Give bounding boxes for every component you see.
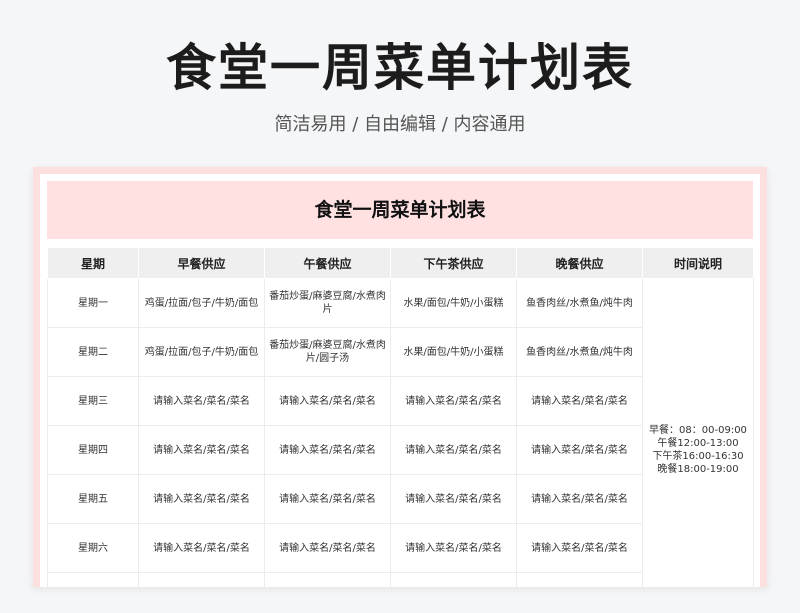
day-cell[interactable]: 星期三 xyxy=(47,376,139,426)
menu-sheet: 食堂一周菜单计划表 星期 早餐供应 午餐供应 下午茶供应 晚餐供应 时间说明 星… xyxy=(33,167,767,587)
breakfast-cell[interactable]: 鸡蛋/拉面/包子/牛奶/面包 xyxy=(138,278,265,328)
lunch-cell[interactable]: 请输入菜名/菜名/菜名 xyxy=(264,523,391,573)
tea-cell[interactable]: 请输入菜名/菜名/菜名 xyxy=(390,523,517,573)
column-header-lunch: 午餐供应 xyxy=(264,247,391,279)
time-note-tea: 下午茶16:00-16:30 xyxy=(652,451,744,462)
lunch-cell[interactable]: 番茄炒蛋/麻婆豆腐/水煮肉片 xyxy=(264,278,391,328)
breakfast-cell[interactable]: 请输入菜名/菜名/菜名 xyxy=(138,474,265,524)
breakfast-cell[interactable]: 鸡蛋/拉面/包子/牛奶/面包 xyxy=(138,327,265,377)
tea-cell[interactable]: 水果/面包/牛奶/小蛋糕 xyxy=(390,278,517,328)
sheet-title: 食堂一周菜单计划表 xyxy=(47,181,753,239)
lunch-cell[interactable]: 请输入菜名/菜名/菜名 xyxy=(264,474,391,524)
dinner-cell[interactable]: 请输入菜名/菜名/菜名 xyxy=(516,523,643,573)
column-header-dinner: 晚餐供应 xyxy=(516,247,643,279)
day-cell[interactable]: 星期二 xyxy=(47,327,139,377)
page-subtitle: 简洁易用 / 自由编辑 / 内容通用 xyxy=(274,114,526,135)
time-note-breakfast: 早餐：08：00-09:00 xyxy=(649,425,747,436)
table-header-row: 星期 早餐供应 午餐供应 下午茶供应 晚餐供应 时间说明 xyxy=(47,247,754,279)
column-header-breakfast: 早餐供应 xyxy=(138,247,265,279)
table-row: 星期一 鸡蛋/拉面/包子/牛奶/面包 番茄炒蛋/麻婆豆腐/水煮肉片 水果/面包/… xyxy=(47,278,754,587)
tea-cell[interactable]: 请输入菜名/菜名/菜名 xyxy=(390,425,517,475)
lunch-cell[interactable]: 番茄炒蛋/麻婆豆腐/水煮肉片/圆子汤 xyxy=(264,327,391,377)
dinner-cell[interactable]: 请输入菜名/菜名/菜名 xyxy=(516,474,643,524)
breakfast-cell[interactable]: 请输入菜名/菜名/菜名 xyxy=(138,523,265,573)
dinner-cell[interactable]: 鱼香肉丝/水煮鱼/炖牛肉 xyxy=(516,327,643,377)
time-note-lunch: 午餐12:00-13:00 xyxy=(657,438,739,449)
lunch-cell[interactable] xyxy=(264,572,391,587)
page-title: 食堂一周菜单计划表 xyxy=(166,39,634,97)
tea-cell[interactable]: 请输入菜名/菜名/菜名 xyxy=(390,376,517,426)
day-cell[interactable]: 星期四 xyxy=(47,425,139,475)
column-header-time-note: 时间说明 xyxy=(642,247,754,279)
breakfast-cell[interactable]: 请输入菜名/菜名/菜名 xyxy=(138,425,265,475)
day-cell[interactable] xyxy=(47,572,139,587)
breakfast-cell[interactable] xyxy=(138,572,265,587)
tea-cell[interactable] xyxy=(390,572,517,587)
lunch-cell[interactable]: 请输入菜名/菜名/菜名 xyxy=(264,425,391,475)
day-cell[interactable]: 星期一 xyxy=(47,278,139,328)
tea-cell[interactable]: 水果/面包/牛奶/小蛋糕 xyxy=(390,327,517,377)
menu-table: 星期 早餐供应 午餐供应 下午茶供应 晚餐供应 时间说明 星期一 鸡蛋/拉面/包… xyxy=(47,247,754,587)
dinner-cell[interactable]: 请输入菜名/菜名/菜名 xyxy=(516,425,643,475)
time-note-dinner: 晚餐18:00-19:00 xyxy=(657,464,739,475)
column-header-day: 星期 xyxy=(47,247,139,279)
dinner-cell[interactable]: 请输入菜名/菜名/菜名 xyxy=(516,376,643,426)
column-header-tea: 下午茶供应 xyxy=(390,247,517,279)
day-cell[interactable]: 星期六 xyxy=(47,523,139,573)
dinner-cell[interactable] xyxy=(516,572,643,587)
breakfast-cell[interactable]: 请输入菜名/菜名/菜名 xyxy=(138,376,265,426)
day-cell[interactable]: 星期五 xyxy=(47,474,139,524)
tea-cell[interactable]: 请输入菜名/菜名/菜名 xyxy=(390,474,517,524)
time-note-cell[interactable]: 早餐：08：00-09:00 午餐12:00-13:00 下午茶16:00-16… xyxy=(642,278,754,587)
lunch-cell[interactable]: 请输入菜名/菜名/菜名 xyxy=(264,376,391,426)
dinner-cell[interactable]: 鱼香肉丝/水煮鱼/炖牛肉 xyxy=(516,278,643,328)
